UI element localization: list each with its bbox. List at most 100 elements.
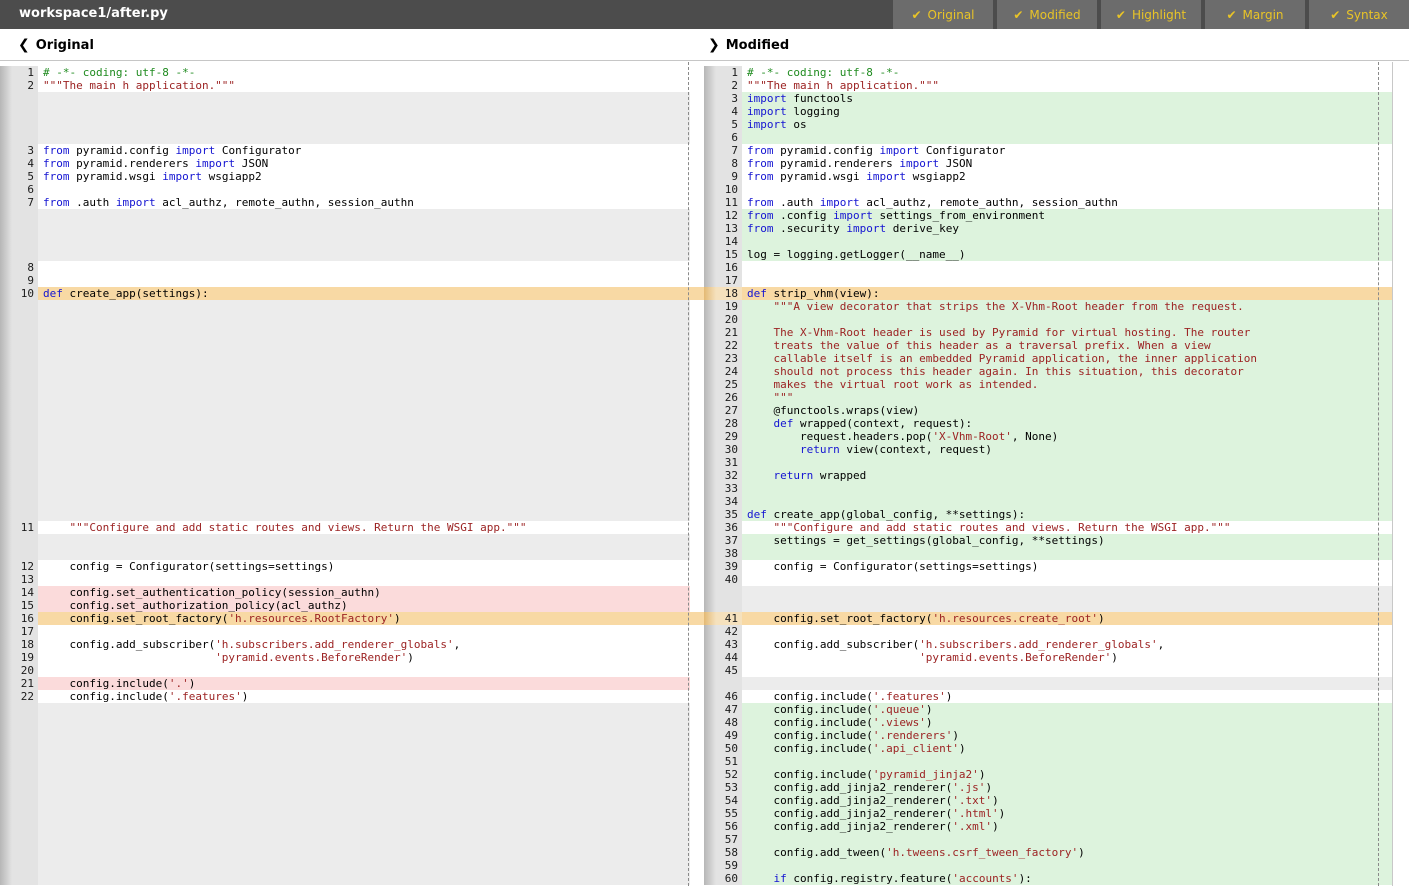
line-number: 4 <box>12 157 38 170</box>
code-text: config.include('.queue') <box>742 703 1392 716</box>
keyword-token: import <box>820 196 860 209</box>
filler-line <box>0 755 690 768</box>
code-text: config = Configurator(settings=settings) <box>38 560 690 573</box>
plain-token: .auth <box>774 196 820 209</box>
toggle-original-button[interactable]: ✔Original <box>893 0 993 29</box>
gutter-strip <box>704 131 716 144</box>
code-line: 60 if config.registry.feature('accounts'… <box>704 872 1392 885</box>
code-text <box>742 261 1392 274</box>
keyword-token: from <box>747 222 774 235</box>
plain-token: config.add_subscriber( <box>43 638 215 651</box>
button-label: Margin <box>1243 8 1284 22</box>
plain-token: , None) <box>1012 430 1058 443</box>
gutter-strip <box>0 482 12 495</box>
gutter-strip <box>0 183 12 196</box>
plain-token: JSON <box>235 157 268 170</box>
plain-token: ) <box>242 690 249 703</box>
line-number <box>12 456 38 469</box>
code-text <box>38 235 690 248</box>
modified-pane[interactable]: 1# -*- coding: utf-8 -*-2"""The main h a… <box>704 62 1393 886</box>
code-line: 7from pyramid.config import Configurator <box>704 144 1392 157</box>
gutter-strip <box>704 287 716 300</box>
string-token: """Configure and add static routes and v… <box>43 521 526 534</box>
filler-line <box>0 872 690 885</box>
code-line: 2"""The main h application.""" <box>704 79 1392 92</box>
code-text <box>38 430 690 443</box>
toggle-modified-button[interactable]: ✔Modified <box>997 0 1097 29</box>
code-text <box>38 716 690 729</box>
line-number: 31 <box>716 456 742 469</box>
string-token: callable itself is an embedded Pyramid a… <box>747 352 1257 365</box>
gutter-strip <box>704 560 716 573</box>
code-line: 6 <box>0 183 690 196</box>
gutter-strip <box>704 716 716 729</box>
keyword-token: return <box>800 443 840 456</box>
code-line: 4from pyramid.renderers import JSON <box>0 157 690 170</box>
modified-pane-title: ❯Modified <box>708 37 789 53</box>
code-line: 19 'pyramid.events.BeforeRender') <box>0 651 690 664</box>
code-line: 54 config.add_jinja2_renderer('.txt') <box>704 794 1392 807</box>
toggle-syntax-button[interactable]: ✔Syntax <box>1309 0 1409 29</box>
line-number <box>12 378 38 391</box>
filler-line <box>0 443 690 456</box>
gutter-strip <box>704 274 716 287</box>
line-number: 8 <box>716 157 742 170</box>
code-text <box>38 755 690 768</box>
code-line: 2"""The main h application.""" <box>0 79 690 92</box>
line-number <box>12 339 38 352</box>
filler-line <box>0 326 690 339</box>
string-token: """Configure and add static routes and v… <box>747 521 1230 534</box>
keyword-token: return <box>774 469 814 482</box>
code-line: 22 treats the value of this header as a … <box>704 339 1392 352</box>
line-number: 29 <box>716 430 742 443</box>
line-number: 47 <box>716 703 742 716</box>
code-text: """The main h application.""" <box>38 79 690 92</box>
code-line: 7from .auth import acl_authz, remote_aut… <box>0 196 690 209</box>
line-number: 2 <box>716 79 742 92</box>
filler-line <box>0 365 690 378</box>
gutter-strip <box>0 664 12 677</box>
gutter-strip <box>704 638 716 651</box>
code-text <box>38 794 690 807</box>
code-line: 8 <box>0 261 690 274</box>
code-line: 32 return wrapped <box>704 469 1392 482</box>
code-text <box>742 482 1392 495</box>
line-number: 54 <box>716 794 742 807</box>
keyword-token: import <box>747 92 787 105</box>
code-text <box>38 664 690 677</box>
gutter-strip <box>704 859 716 872</box>
code-line: 23 callable itself is an embedded Pyrami… <box>704 352 1392 365</box>
code-text: from .auth import acl_authz, remote_auth… <box>742 196 1392 209</box>
plain-token: Configurator <box>215 144 301 157</box>
keyword-token: def <box>747 508 767 521</box>
code-text <box>38 508 690 521</box>
code-line: 55 config.add_jinja2_renderer('.html') <box>704 807 1392 820</box>
toggle-highlight-button[interactable]: ✔Highlight <box>1101 0 1201 29</box>
plain-token: pyramid.wsgi <box>70 170 163 183</box>
code-text <box>38 833 690 846</box>
gutter-strip <box>0 625 12 638</box>
gutter-strip <box>0 859 12 872</box>
line-number: 43 <box>716 638 742 651</box>
gutter-strip <box>704 417 716 430</box>
plain-token: config.add_jinja2_renderer( <box>747 807 952 820</box>
code-line: 39 config = Configurator(settings=settin… <box>704 560 1392 573</box>
code-text: config.add_subscriber('h.subscribers.add… <box>742 638 1392 651</box>
code-text <box>38 300 690 313</box>
gutter-strip <box>0 105 12 118</box>
original-pane-label: Original <box>36 38 94 53</box>
filler-line <box>0 495 690 508</box>
line-number <box>12 469 38 482</box>
line-number: 9 <box>12 274 38 287</box>
original-pane[interactable]: 1# -*- coding: utf-8 -*-2"""The main h a… <box>0 62 690 886</box>
line-number: 23 <box>716 352 742 365</box>
gutter-strip <box>0 495 12 508</box>
gutter-strip <box>704 469 716 482</box>
plain-token: .auth <box>70 196 116 209</box>
line-number: 20 <box>12 664 38 677</box>
line-number: 58 <box>716 846 742 859</box>
toggle-margin-button[interactable]: ✔Margin <box>1205 0 1305 29</box>
gutter-strip <box>0 378 12 391</box>
string-token: '.' <box>169 677 189 690</box>
filler-line <box>0 404 690 417</box>
